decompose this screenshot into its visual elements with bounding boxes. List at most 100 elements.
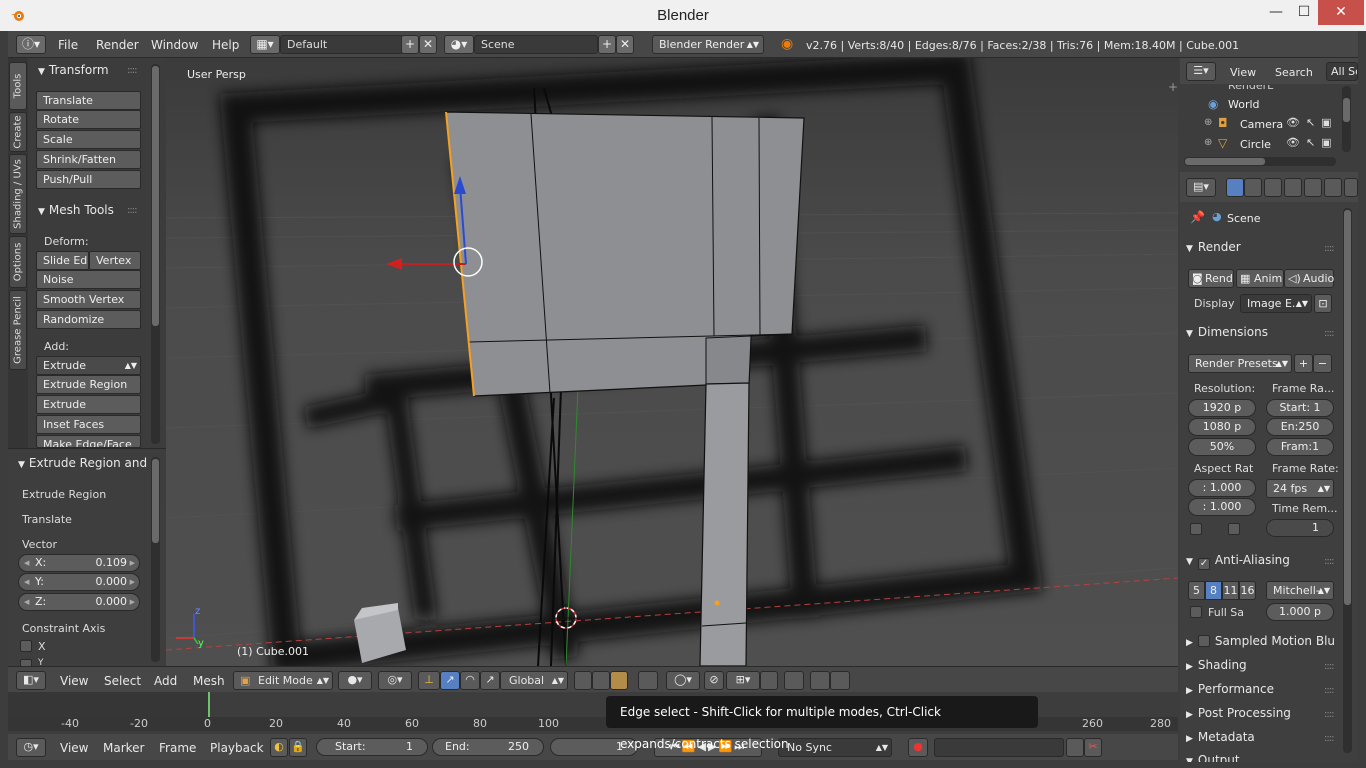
panel-grip-icon[interactable]: :::: — [1324, 243, 1335, 254]
display-select[interactable]: Image E... ▲▼ — [1240, 294, 1312, 313]
object-context-icon[interactable] — [1304, 178, 1322, 197]
shading-panel-header[interactable]: ▶ Shading — [1186, 658, 1247, 672]
aspect-y-field[interactable]: : 1.000 — [1188, 498, 1256, 516]
render-still-button[interactable]: ◙ Rend — [1188, 269, 1234, 288]
output-panel-header[interactable]: ▼ Output — [1186, 753, 1240, 762]
editor-type-properties-button[interactable]: ▤▾ — [1186, 178, 1216, 197]
translate-manipulator-icon[interactable]: ↗ — [440, 671, 460, 690]
filter-size-field[interactable]: 1.000 p — [1266, 603, 1334, 621]
camera-visibility-icons[interactable]: 👁↖▣ — [1286, 116, 1338, 129]
viewport-shading-select[interactable]: ●▾ — [338, 671, 372, 690]
delete-keyframe-icon[interactable]: ✂ — [1084, 738, 1102, 757]
snap-element-select[interactable]: ⊞▾ — [726, 671, 760, 690]
aa-samples-11[interactable]: 11 — [1222, 581, 1239, 600]
tab-tools[interactable]: Tools — [9, 62, 27, 110]
aa-samples-8[interactable]: 8 — [1205, 581, 1222, 600]
orientation-select[interactable]: Global ▲▼ — [500, 671, 568, 690]
outliner-item-renderlayers[interactable]: RenderL — [1228, 85, 1328, 93]
aa-filter-select[interactable]: Mitchell- ▲▼ — [1266, 581, 1334, 600]
add-layout-button[interactable]: + — [401, 35, 419, 54]
add-scene-button[interactable]: + — [598, 35, 616, 54]
vector-z-field[interactable]: ◀ Z: 0.000 ▶ — [18, 593, 140, 611]
editor-type-3dview-button[interactable]: ◧▾ — [16, 671, 46, 690]
motion-blur-panel-header[interactable]: ▶ Sampled Motion Blur — [1186, 634, 1336, 648]
frame-start-field[interactable]: Start: 1 — [1266, 399, 1334, 417]
panel-grip-icon[interactable]: :::: — [127, 205, 138, 216]
screen-layout-icon[interactable]: ▦▾ — [250, 35, 280, 54]
scrollbar-thumb[interactable] — [1344, 210, 1351, 605]
vector-y-field[interactable]: ◀ Y: 0.000 ▶ — [18, 573, 140, 591]
smooth-vertex-button[interactable]: Smooth Vertex — [36, 290, 141, 309]
post-processing-panel-header[interactable]: ▶ Post Processing — [1186, 706, 1291, 720]
aa-samples-16[interactable]: 16 — [1239, 581, 1256, 600]
manipulator-toggle-icon[interactable]: ⊥ — [418, 671, 440, 690]
preview-range-icon[interactable]: ◐ — [270, 738, 288, 757]
occlude-geometry-icon[interactable] — [638, 671, 658, 690]
shrink-fatten-button[interactable]: Shrink/Fatten — [36, 150, 141, 169]
operator-panel-scrollbar[interactable] — [151, 457, 160, 662]
layers-icon[interactable] — [784, 671, 804, 690]
menu-render[interactable]: Render — [96, 38, 139, 52]
render-presets-select[interactable]: Render Presets ▲▼ — [1188, 354, 1292, 373]
resolution-x-field[interactable]: 1920 p — [1188, 399, 1256, 417]
anti-aliasing-checkbox[interactable]: ✓ — [1197, 558, 1210, 570]
frame-rate-select[interactable]: 24 fps ▲▼ — [1266, 479, 1334, 498]
expand-icon[interactable]: ⊕ — [1204, 137, 1212, 148]
anti-aliasing-panel-header[interactable]: ▼ ✓ Anti-Aliasing — [1186, 553, 1290, 570]
properties-scrollbar[interactable] — [1343, 208, 1352, 753]
push-pull-button[interactable]: Push/Pull — [36, 170, 141, 189]
menu-window[interactable]: Window — [151, 38, 198, 52]
render-context-icon[interactable] — [1226, 178, 1244, 197]
tool-shelf-scrollbar[interactable] — [151, 64, 160, 444]
extrude-select[interactable]: Extrude ▲▼ — [36, 356, 141, 375]
panel-grip-icon[interactable]: :::: — [1324, 709, 1335, 720]
timeline-menu-marker[interactable]: Marker — [103, 741, 144, 755]
outliner-item-world[interactable]: World — [1228, 98, 1260, 111]
border-checkbox[interactable] — [1190, 523, 1202, 535]
scene-field[interactable]: Scene — [474, 35, 598, 54]
frame-end-field[interactable]: En:250 — [1266, 418, 1334, 436]
transform-panel-header[interactable]: ▼ Transform — [38, 63, 109, 77]
snap-target-icon[interactable] — [760, 671, 778, 690]
remove-layout-button[interactable]: ✕ — [419, 35, 437, 54]
menu-select[interactable]: Select — [104, 674, 141, 688]
constraint-x-checkbox[interactable] — [20, 640, 32, 652]
aspect-x-field[interactable]: : 1.000 — [1188, 479, 1256, 497]
dimensions-panel-header[interactable]: ▼ Dimensions — [1186, 325, 1268, 339]
rotate-button[interactable]: Rotate — [36, 110, 141, 129]
panel-grip-icon[interactable]: :::: — [1324, 733, 1335, 744]
menu-add[interactable]: Add — [154, 674, 177, 688]
crop-checkbox[interactable] — [1228, 523, 1240, 535]
render-engine-select[interactable]: Blender Render ▲▼ — [652, 35, 764, 54]
time-remap-field[interactable]: 1 — [1266, 519, 1334, 537]
timeline-menu-view[interactable]: View — [60, 741, 88, 755]
pivot-point-select[interactable]: ◎▾ — [378, 671, 412, 690]
opengl-render-icon[interactable] — [810, 671, 830, 690]
add-region-plus-icon[interactable]: + — [1168, 80, 1178, 94]
rotate-manipulator-icon[interactable]: ◠ — [460, 671, 480, 690]
translate-button[interactable]: Translate — [36, 91, 141, 110]
maximize-button[interactable]: ☐ — [1290, 0, 1318, 25]
outliner-filter-select[interactable]: All Sc — [1326, 62, 1358, 81]
scrollbar-thumb[interactable] — [1185, 158, 1265, 165]
scene-context-icon[interactable] — [1264, 178, 1282, 197]
extrude-individual-button[interactable]: Extrude Individual — [36, 395, 141, 428]
metadata-panel-header[interactable]: ▶ Metadata — [1186, 730, 1255, 744]
menu-help[interactable]: Help — [212, 38, 239, 52]
remove-scene-button[interactable]: ✕ — [616, 35, 634, 54]
proportional-edit-select[interactable]: ◯▾ — [666, 671, 700, 690]
render-anim-button[interactable]: ▦ Anim — [1236, 269, 1284, 288]
panel-grip-icon[interactable]: :::: — [1324, 328, 1335, 339]
mode-select[interactable]: ▣ Edit Mode ▲▼ — [233, 671, 333, 690]
mesh-tools-panel-header[interactable]: ▼ Mesh Tools — [38, 203, 114, 217]
tab-create[interactable]: Create — [9, 112, 27, 152]
outliner-vscrollbar[interactable] — [1342, 86, 1351, 152]
menu-mesh[interactable]: Mesh — [193, 674, 225, 688]
screen-layout-field[interactable]: Default — [280, 35, 404, 54]
operator-panel-header[interactable]: ▼ Extrude Region and — [18, 456, 148, 470]
close-button[interactable]: ✕ — [1318, 0, 1364, 25]
noise-button[interactable]: Noise — [36, 270, 141, 289]
scale-button[interactable]: Scale — [36, 130, 141, 149]
record-keyframes-icon[interactable]: ● — [908, 738, 928, 757]
pin-icon[interactable]: 📌 — [1190, 210, 1205, 224]
